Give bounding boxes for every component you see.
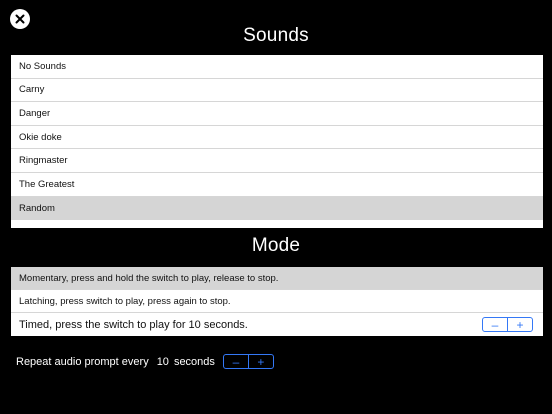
timed-decrement-button[interactable]: –: [483, 318, 507, 331]
close-icon: [15, 14, 25, 24]
repeat-value: 10: [156, 355, 169, 368]
sound-item-ringmaster[interactable]: Ringmaster: [11, 149, 543, 173]
sound-item-danger[interactable]: Danger: [11, 102, 543, 126]
timed-increment-button[interactable]: +: [507, 318, 532, 331]
timed-duration-stepper: – +: [482, 317, 533, 332]
repeat-prompt-setting: Repeat audio prompt every 10 seconds – +: [16, 354, 274, 369]
sound-item-label: No Sounds: [19, 60, 67, 72]
sound-item-label: Okie doke: [19, 131, 62, 143]
mode-title: Mode: [251, 235, 301, 256]
sound-item-label: Random: [19, 202, 55, 214]
mode-list: Momentary, press and hold the switch to …: [11, 267, 543, 336]
repeat-unit: seconds: [173, 355, 215, 368]
repeat-label: Repeat audio prompt every: [16, 355, 149, 368]
sounds-title: Sounds: [243, 25, 309, 46]
sounds-list: No Sounds Carny Danger Okie doke Ringmas…: [11, 55, 543, 228]
sound-item-carny[interactable]: Carny: [11, 79, 543, 103]
repeat-stepper: – +: [222, 354, 274, 369]
sound-item-label: Ringmaster: [19, 155, 68, 167]
mode-option-timed[interactable]: Timed, press the switch to play for 10 s…: [11, 313, 543, 336]
sound-item-no-sounds[interactable]: No Sounds: [11, 55, 543, 79]
mode-option-label: Timed, press the switch to play for 10 s…: [19, 318, 248, 331]
sound-item-the-greatest[interactable]: The Greatest: [11, 173, 543, 197]
sound-item-label: Danger: [19, 107, 51, 119]
sound-item-label: Carny: [19, 84, 45, 96]
sound-item-random[interactable]: Random: [11, 196, 543, 221]
mode-option-label: Momentary, press and hold the switch to …: [19, 272, 279, 284]
sound-item-okie-doke[interactable]: Okie doke: [11, 126, 543, 150]
repeat-increment-button[interactable]: +: [247, 355, 273, 368]
repeat-decrement-button[interactable]: –: [224, 355, 248, 368]
mode-option-momentary[interactable]: Momentary, press and hold the switch to …: [11, 267, 543, 290]
sound-item-label: The Greatest: [19, 178, 75, 190]
mode-option-label: Latching, press switch to play, press ag…: [19, 295, 231, 307]
mode-option-latching[interactable]: Latching, press switch to play, press ag…: [11, 290, 543, 313]
